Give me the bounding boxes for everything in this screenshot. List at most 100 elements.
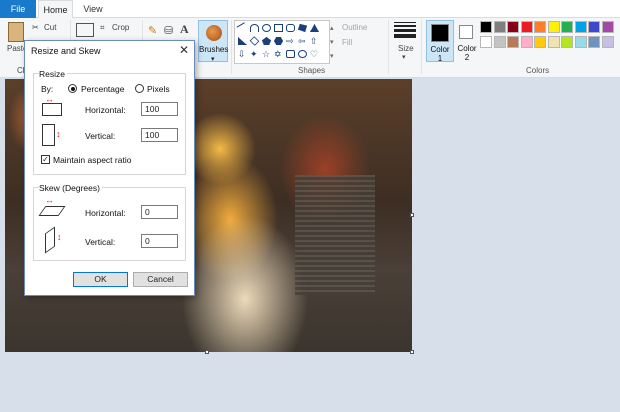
palette-swatch[interactable] [507,21,519,33]
right-triangle-shape-icon[interactable] [238,37,247,45]
skew-section-label: Skew (Degrees) [39,183,102,193]
size-icon[interactable] [394,22,416,40]
palette-swatch[interactable] [480,21,492,33]
color1-swatch [431,24,449,42]
palette-swatch[interactable] [574,36,587,48]
palette-swatch[interactable] [507,36,519,48]
ok-button[interactable]: OK [73,272,128,287]
size-button[interactable]: Size [398,44,414,53]
palette-swatch[interactable] [493,36,506,48]
brushes-label: Brushes [199,45,229,54]
shapes-scroll[interactable]: ▴ ▾ ▾ [330,22,334,64]
close-icon[interactable]: ✕ [179,43,189,57]
by-label: By: [41,84,54,94]
palette-swatch[interactable] [493,21,506,33]
four-point-star-icon[interactable]: ✦ [250,50,259,59]
percentage-label[interactable]: Percentage [81,84,124,94]
image-shutter-detail [295,175,375,295]
palette-swatch[interactable] [574,21,587,33]
paste-icon[interactable] [8,22,24,42]
tab-file[interactable]: File [0,0,36,18]
outline-button[interactable]: Outline [342,23,367,32]
down-arrow-shape-icon[interactable]: ⇩ [238,50,247,59]
palette-swatch[interactable] [534,36,546,48]
heart-shape-icon[interactable]: ♡ [310,50,319,59]
palette-swatch[interactable] [547,21,560,33]
five-point-star-icon[interactable]: ☆ [262,50,271,59]
resize-horizontal-input[interactable]: 100 [141,102,178,116]
rectangle-shape-icon[interactable] [274,24,283,32]
brushes-button[interactable]: Brushes ▾ [198,20,229,63]
palette-swatch[interactable] [561,36,573,48]
resize-vertical-label: Vertical: [85,131,116,141]
palette-swatch[interactable] [480,36,492,48]
crop-icon[interactable]: ⌗ [100,23,105,33]
palette-swatch[interactable] [588,21,600,33]
palette-swatch[interactable] [534,21,546,33]
chevron-down-icon: ▾ [211,56,215,63]
horizontal-skew-arrow-icon: ↔ [45,195,54,205]
line-shape-icon[interactable] [236,22,249,34]
pixels-label[interactable]: Pixels [147,84,170,94]
color1-button[interactable]: Color 1 [426,20,454,63]
tab-home[interactable]: Home [38,0,73,19]
maintain-aspect-checkbox[interactable]: ✓ [41,155,50,164]
crop-button[interactable]: Crop [112,23,129,32]
polygon-shape-icon[interactable] [298,24,307,32]
resize-handle-bottom[interactable] [205,350,209,354]
palette-swatch[interactable] [520,21,533,33]
oval-shape-icon[interactable] [262,24,271,32]
cut-button[interactable]: Cut [44,23,56,32]
color1-label: Color 1 [430,45,450,63]
shapes-gallery[interactable]: ⇨ ⇦ ⇧ ⇩ ✦ ☆ ✡ ♡ [234,20,330,64]
palette-swatch[interactable] [520,36,533,48]
color2-label: Color 2 [457,44,477,62]
colors-group-label: Colors [526,66,550,75]
hexagon-shape-icon[interactable] [274,37,283,45]
tab-view[interactable]: View [77,0,109,18]
rounded-rectangle-shape-icon[interactable] [286,24,295,32]
resize-section-label: Resize [39,69,67,79]
select-icon[interactable] [76,23,94,37]
pentagon-shape-icon[interactable] [262,37,271,45]
percentage-radio[interactable] [68,84,77,93]
left-arrow-shape-icon[interactable]: ⇦ [298,37,307,46]
skew-vertical-label: Vertical: [85,237,116,247]
resize-vertical-input[interactable]: 100 [141,128,178,142]
palette-swatch[interactable] [601,21,614,33]
color2-button[interactable]: Color 2 [456,20,478,62]
fill-button[interactable]: Fill [342,38,352,47]
six-point-star-icon[interactable]: ✡ [274,50,283,59]
cut-icon[interactable]: ✂ [32,23,39,32]
pixels-radio[interactable] [135,84,144,93]
pencil-icon[interactable]: ✎ [148,24,157,37]
palette-swatch[interactable] [561,21,573,33]
skew-frame [33,187,186,261]
color2-swatch [459,25,473,39]
vertical-resize-icon [42,124,55,146]
resize-handle-corner[interactable] [410,350,414,354]
skew-horizontal-label: Horizontal: [85,208,126,218]
palette-swatch[interactable] [588,36,600,48]
palette-swatch[interactable] [601,36,614,48]
resize-handle-right[interactable] [410,213,414,217]
up-arrow-shape-icon[interactable]: ⇧ [310,37,319,46]
callout-rectangle-icon[interactable] [286,50,295,58]
skew-horizontal-input[interactable]: 0 [141,205,178,219]
resize-skew-dialog: Resize and Skew ✕ Resize By: Percentage … [24,40,195,296]
brush-icon [206,25,222,41]
right-arrow-shape-icon[interactable]: ⇨ [286,37,295,46]
horizontal-resize-icon [42,103,62,116]
palette-swatch[interactable] [547,36,560,48]
vertical-skew-arrow-icon: ↕ [57,232,62,242]
diamond-shape-icon[interactable] [249,36,260,46]
callout-oval-icon[interactable] [298,50,307,58]
cancel-button[interactable]: Cancel [133,272,188,287]
triangle-shape-icon[interactable] [310,24,319,32]
curve-shape-icon[interactable] [250,24,259,32]
text-icon[interactable]: A [180,22,189,37]
skew-vertical-input[interactable]: 0 [141,234,178,248]
fill-icon[interactable]: ⛁ [164,24,173,37]
vertical-arrow-icon: ↕ [56,129,61,139]
maintain-aspect-label[interactable]: Maintain aspect ratio [53,155,131,165]
